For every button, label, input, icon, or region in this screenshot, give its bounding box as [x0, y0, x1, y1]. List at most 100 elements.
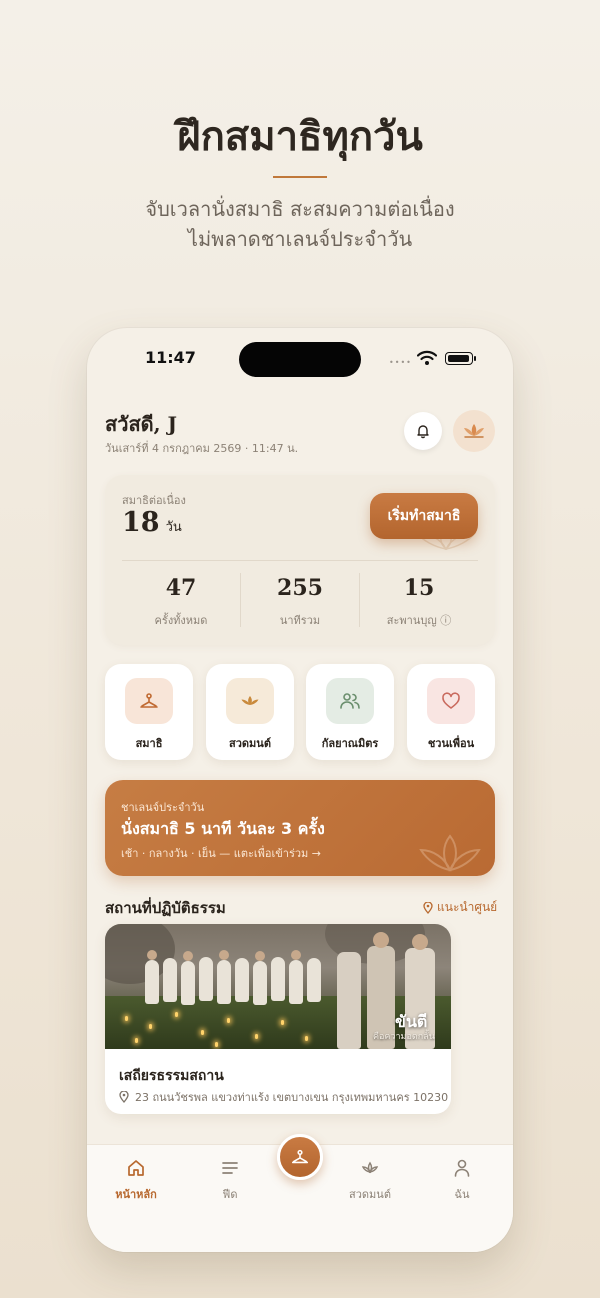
stat-value: 15	[403, 575, 435, 601]
streak-value: 18	[122, 507, 160, 538]
quick-action-friends[interactable]: กัลยาณมิตร	[306, 664, 394, 760]
challenge-label: ชาเลนจ์ประจำวัน	[121, 801, 205, 814]
photo-head	[147, 950, 157, 960]
photo-candle	[305, 1036, 308, 1041]
recommend-centers-label: แนะนำศูนย์	[437, 900, 498, 914]
bell-icon	[417, 425, 429, 439]
stat-value: 47	[165, 575, 197, 601]
photo-figure	[163, 958, 177, 1002]
profile-lotus-button[interactable]	[453, 410, 495, 452]
tab-feed[interactable]: ฟีด	[195, 1159, 265, 1203]
photo-candle	[125, 1016, 128, 1021]
quick-action-label: ชวนเพื่อน	[427, 737, 475, 750]
stat-label: สะพานบุญ ⓘ	[386, 614, 452, 627]
tab-label: ฉัน	[454, 1188, 470, 1201]
photo-figure	[181, 961, 195, 1005]
place-name: เสถียรธรรมสถาน	[119, 1068, 224, 1084]
recommend-centers-link[interactable]: แนะนำศูนย์	[423, 898, 497, 917]
feed-icon	[222, 1162, 238, 1174]
wifi-icon	[416, 350, 438, 370]
photo-figure	[289, 960, 303, 1004]
stat-label: ครั้งทั้งหมด	[154, 614, 208, 627]
stat-total-minutes: 255 นาทีรวม	[241, 575, 359, 629]
battery-icon	[445, 352, 476, 365]
dynamic-island	[239, 342, 361, 377]
stat-value: 255	[277, 575, 323, 601]
stat-label: นาทีรวม	[279, 614, 321, 627]
photo-figure	[217, 960, 231, 1004]
quick-action-label: สวดมนต์	[229, 737, 271, 750]
status-time: 11:47	[145, 348, 196, 367]
photo-figure	[199, 957, 213, 1001]
stat-merit-bridge[interactable]: 15 สะพานบุญ ⓘ	[360, 575, 478, 629]
location-pin-icon	[423, 901, 433, 914]
hero-title: ฝึกสมาธิทุกวัน	[177, 113, 423, 160]
photo-figure	[307, 958, 321, 1002]
location-pin-icon	[119, 1091, 129, 1103]
photo-head	[373, 932, 389, 948]
tab-label: หน้าหลัก	[115, 1188, 157, 1201]
hero-subtitle-line-1: จับเวลานั่งสมาธิ สะสมความต่อเนื่อง	[145, 197, 455, 221]
quick-action-label: กัลยาณมิตร	[321, 737, 379, 750]
quick-action-meditation[interactable]: สมาธิ	[105, 664, 193, 760]
quick-action-chanting[interactable]: สวดมนต์	[206, 664, 294, 760]
greeting-name: สวัสดี, J	[105, 412, 178, 436]
photo-figure	[235, 958, 249, 1002]
hero-divider	[273, 176, 327, 178]
photo-candle	[255, 1034, 258, 1039]
signal-icon: ••••	[389, 358, 412, 367]
profile-icon	[454, 1159, 470, 1177]
status-bar: 11:47 ••••	[87, 342, 513, 378]
streak-value-row: 18 วัน	[122, 507, 182, 538]
streak-card: สมาธิต่อเนื่อง 18 วัน เริ่มทำสมาธิ 47 ครั…	[105, 475, 495, 645]
photo-candle	[215, 1042, 218, 1047]
notification-button[interactable]	[404, 412, 442, 450]
photo-candle	[281, 1020, 284, 1025]
photo-figure	[145, 960, 159, 1004]
photo-overlay-subtitle: คือความอดกลั้น	[373, 1032, 435, 1042]
hero-subtitle: จับเวลานั่งสมาธิ สะสมความต่อเนื่อง ไม่พล…	[0, 194, 600, 254]
tab-home[interactable]: หน้าหลัก	[101, 1159, 171, 1203]
photo-figure	[337, 952, 361, 1049]
stat-total-sessions: 47 ครั้งทั้งหมด	[122, 575, 240, 629]
photo-head	[183, 951, 193, 961]
challenge-subtitle: เช้า · กลางวัน · เย็น — แตะเพื่อเข้าร่วม…	[121, 847, 322, 860]
start-meditation-button[interactable]: เริ่มทำสมาธิ	[370, 493, 478, 539]
streak-unit: วัน	[165, 520, 182, 535]
place-card[interactable]: ขันตี คือความอดกลั้น เสถียรธรรมสถาน 23 ถ…	[105, 924, 451, 1114]
challenge-title: นั่งสมาธิ 5 นาที วันละ 3 ครั้ง	[121, 819, 325, 838]
photo-candle	[175, 1012, 178, 1017]
places-section-title: สถานที่ปฏิบัติธรรม	[105, 899, 226, 917]
heart-icon	[427, 678, 475, 724]
meditation-icon	[125, 678, 173, 724]
phone-frame: 11:47 •••• สวัสดี, J วันเสาร์ที่ 4 กรกฎา…	[87, 328, 513, 1252]
card-divider	[122, 560, 478, 561]
lotus-icon	[361, 1161, 379, 1174]
tab-me[interactable]: ฉัน	[427, 1159, 497, 1203]
photo-figure	[253, 961, 267, 1005]
daily-challenge-card[interactable]: ชาเลนจ์ประจำวัน นั่งสมาธิ 5 นาที วันละ 3…	[105, 780, 495, 876]
tab-label: สวดมนต์	[349, 1188, 391, 1201]
hero-subtitle-line-2: ไม่พลาดชาเลนจ์ประจำวัน	[187, 227, 413, 251]
photo-head	[219, 950, 229, 960]
photo-candle	[149, 1024, 152, 1029]
greeting-date: วันเสาร์ที่ 4 กรกฎาคม 2569 · 11:47 น.	[105, 442, 299, 455]
photo-figure	[271, 957, 285, 1001]
place-address-row: 23 ถนนวัชรพล แขวงท่าแร้ง เขตบางเขน กรุงเ…	[119, 1088, 448, 1106]
quick-action-invite[interactable]: ชวนเพื่อน	[407, 664, 495, 760]
place-address: 23 ถนนวัชรพล แขวงท่าแร้ง เขตบางเขน กรุงเ…	[135, 1091, 449, 1104]
photo-head	[291, 950, 301, 960]
tab-label: ฟีด	[222, 1188, 238, 1201]
lotus-icon	[226, 678, 274, 724]
photo-head	[255, 951, 265, 961]
place-photo: ขันตี คือความอดกลั้น	[105, 924, 451, 1049]
lotus-icon	[464, 424, 484, 438]
tab-chanting[interactable]: สวดมนต์	[335, 1159, 405, 1203]
photo-head	[412, 934, 428, 950]
friends-icon	[326, 678, 374, 724]
home-icon	[128, 1160, 144, 1176]
lotus-watermark-icon	[419, 834, 481, 872]
quick-action-label: สมาธิ	[135, 737, 163, 750]
meditate-fab-button[interactable]	[277, 1134, 323, 1180]
photo-candle	[201, 1030, 204, 1035]
